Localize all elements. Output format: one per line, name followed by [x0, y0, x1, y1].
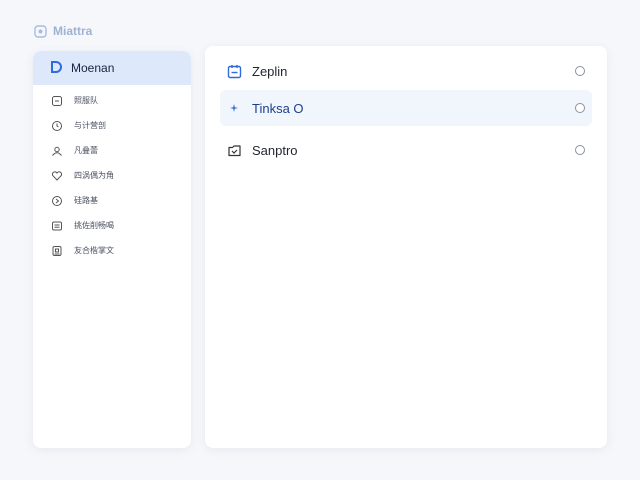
- sidebar-item-label: 照服队: [74, 96, 98, 105]
- sidebar-item-4[interactable]: 四涡偶为角: [33, 163, 191, 188]
- sidebar-item-label: 与计营剖: [74, 121, 106, 130]
- sidebar-item-label: 挑佐削畅喝: [74, 221, 114, 230]
- option-radio[interactable]: [575, 145, 585, 155]
- option-row-zeplin[interactable]: Zeplin: [220, 53, 592, 89]
- sidebar-header[interactable]: Moenan: [33, 51, 191, 85]
- sidebar-item-label: 硅路基: [74, 196, 98, 205]
- sidebar-item-7[interactable]: 友合楷掌文: [33, 238, 191, 263]
- option-label: Sanptro: [252, 142, 298, 158]
- sidebar-item-label: 凡叠蕾: [74, 146, 98, 155]
- heart-icon: [50, 169, 64, 183]
- option-label: Zeplin: [252, 63, 288, 79]
- sidebar-item-5[interactable]: 硅路基: [33, 188, 191, 213]
- card-icon: [50, 219, 64, 233]
- sidebar-item-label: 友合楷掌文: [74, 246, 114, 255]
- sidebar-item-1[interactable]: 照服队: [33, 88, 191, 113]
- sidebar-header-label: Moenan: [71, 61, 115, 75]
- doc-icon: [50, 94, 64, 108]
- users-icon: [50, 144, 64, 158]
- sidebar-item-3[interactable]: 凡叠蕾: [33, 138, 191, 163]
- sidebar-item-2[interactable]: 与计营剖: [33, 113, 191, 138]
- d-logo-icon: [49, 60, 63, 77]
- option-radio[interactable]: [575, 103, 585, 113]
- option-label: Tinksa O: [252, 100, 304, 116]
- building-icon: [50, 244, 64, 258]
- calendar-icon: [226, 63, 242, 79]
- sidebar-item-label: 四涡偶为角: [74, 171, 114, 180]
- option-row-tinksa[interactable]: Tinksa O: [220, 90, 592, 126]
- sidebar-item-6[interactable]: 挑佐削畅喝: [33, 213, 191, 238]
- play-icon: [50, 194, 64, 208]
- folder-icon: [226, 142, 242, 158]
- clock-icon: [50, 119, 64, 133]
- option-radio[interactable]: [575, 66, 585, 76]
- app-header: Miattra: [34, 24, 92, 38]
- main-panel: Zeplin Tinksa O Sanptro: [205, 46, 607, 448]
- sidebar-list: 照服队 与计营剖 凡叠蕾 四涡偶为角 硅路基 挑佐削畅喝 友合楷掌文: [33, 85, 191, 263]
- app-title: Miattra: [53, 24, 93, 38]
- option-row-sanptro[interactable]: Sanptro: [220, 132, 592, 168]
- sidebar: Moenan 照服队 与计营剖 凡叠蕾 四涡偶为角 硅路基 挑佐削畅喝 友合楷掌…: [33, 51, 191, 448]
- sparkle-icon: [226, 100, 242, 116]
- app-logo-icon: [34, 24, 47, 38]
